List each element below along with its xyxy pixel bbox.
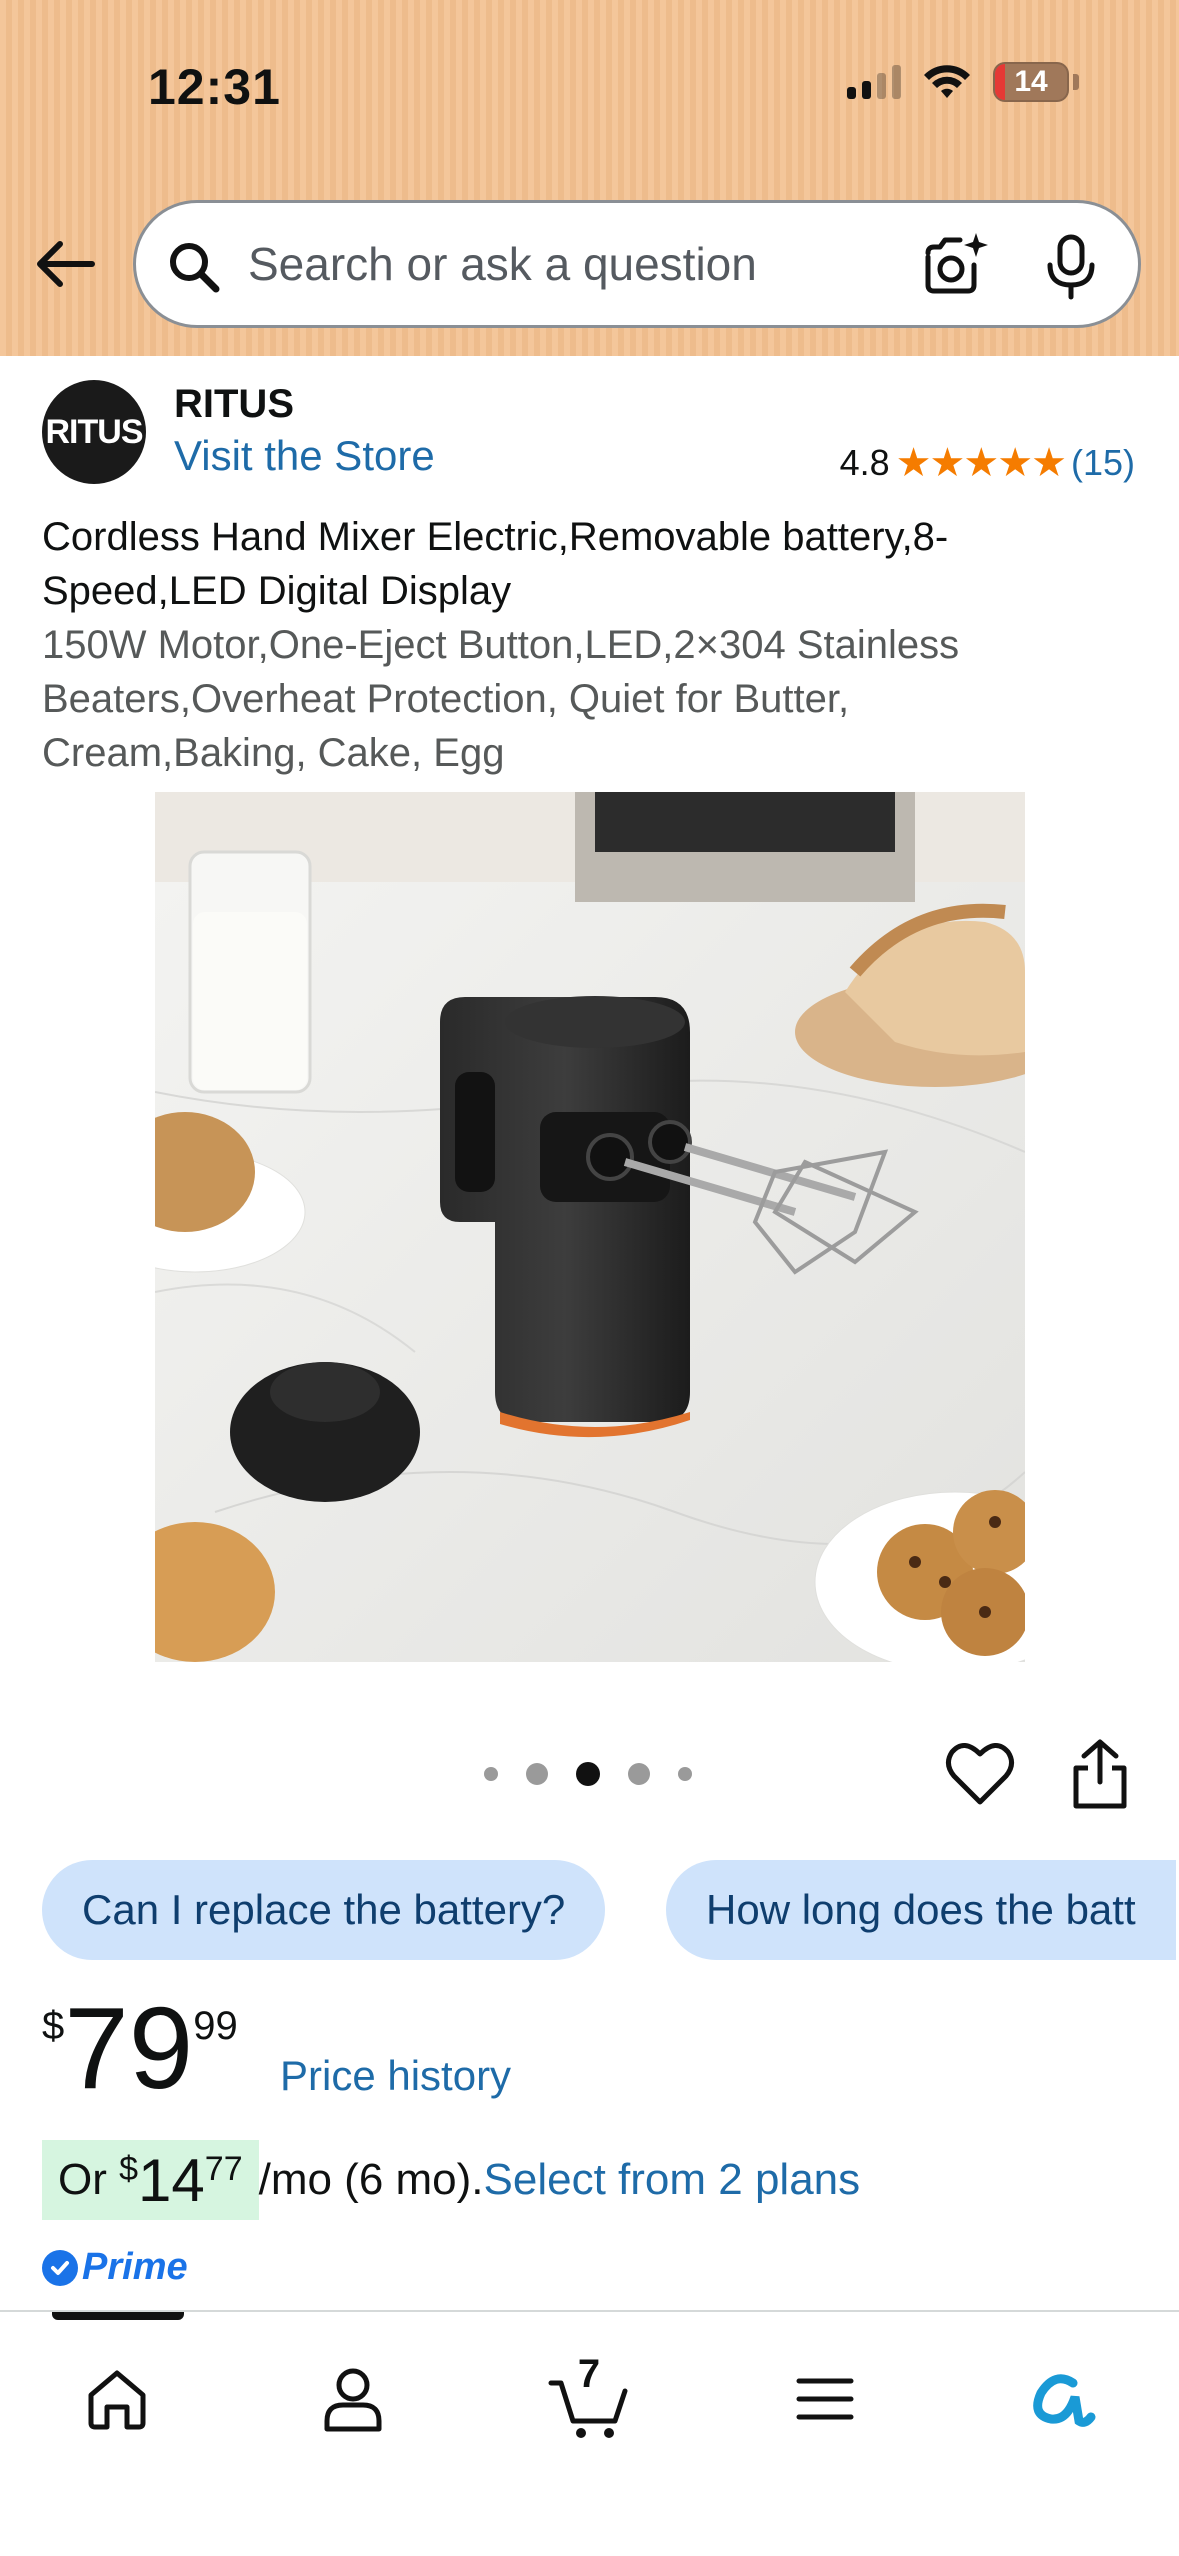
star-rating-icon: ★★★★★ [895,441,1067,485]
status-icons: 14 [847,62,1079,102]
monthly-whole: 14 [138,2146,205,2214]
battery-icon: 14 [993,62,1079,102]
nav-home[interactable] [72,2354,162,2444]
account-icon [324,2368,382,2432]
prime-label: Prime [82,2246,188,2288]
carousel-dot[interactable] [484,1767,498,1781]
rating-value: 4.8 [839,442,890,483]
price-symbol: $ [42,2004,65,2048]
cellular-signal-icon [847,65,901,99]
heart-icon[interactable] [944,1740,1016,1808]
monthly-symbol: $ [119,2150,139,2188]
question-chip[interactable]: Can I replace the battery? [42,1860,606,1960]
carousel-dot-active[interactable] [576,1762,600,1786]
share-icon[interactable] [1068,1738,1132,1810]
home-icon [88,2370,146,2430]
rating-summary[interactable]: 4.8 ★★★★★ (15) [840,440,1135,486]
nav-active-indicator [52,2312,184,2320]
search-icon [170,243,220,293]
select-plans-link[interactable]: Select from 2 plans [484,2155,861,2205]
monthly-prefix: Or [58,2155,120,2204]
price: $ 79 99 [42,1990,238,2106]
microphone-icon[interactable] [1036,231,1106,301]
brand-logo[interactable]: RITUS [42,380,146,484]
nav-menu[interactable] [780,2354,870,2444]
nav-rufus[interactable] [1016,2354,1106,2444]
cart-count: 7 [577,2352,601,2396]
camera-search-icon[interactable] [918,229,990,301]
monthly-highlight: Or $ 14 77 [42,2140,259,2220]
monthly-terms: /mo (6 mo). [258,2155,484,2204]
wifi-icon [924,65,970,98]
rating-count: (15) [1070,442,1135,483]
back-arrow-icon[interactable] [30,228,102,300]
prime-badge: Prime [42,2246,188,2289]
check-icon [42,2249,78,2286]
carousel-dot[interactable] [678,1767,692,1781]
search-placeholder: Search or ask a question [248,238,757,290]
product-subtitle: 150W Motor,One-Eject Button,LED,2×304 St… [42,623,960,775]
question-chip[interactable]: How long does the batt [666,1860,1176,1960]
carousel-dots[interactable] [484,1762,692,1786]
nav-account[interactable] [308,2354,398,2444]
price-whole: 79 [64,1983,194,2113]
bottom-nav: 7 [0,2310,1179,2556]
price-fraction: 99 [193,2004,238,2048]
status-time: 12:31 [148,59,281,115]
battery-level: 14 [1014,65,1048,98]
price-history-link[interactable]: Price history [280,2052,511,2100]
product-image[interactable] [155,792,1025,1662]
brand-name: RITUS [174,382,294,426]
product-title: Cordless Hand Mixer Electric,Removable b… [42,515,949,613]
carousel-dot[interactable] [628,1763,650,1785]
carousel-dot[interactable] [526,1763,548,1785]
monthly-fraction: 77 [204,2150,243,2188]
search-input[interactable]: Search or ask a question [133,200,1141,328]
nav-cart[interactable]: 7 [544,2352,634,2444]
header: 12:31 14 Search or ask a question [0,0,1179,356]
visit-store-link[interactable]: Visit the Store [174,432,435,480]
rufus-assistant-icon [1033,2374,1096,2427]
monthly-payment: Or $ 14 77 /mo (6 mo). Select from 2 pla… [42,2140,860,2220]
menu-icon [796,2378,854,2420]
